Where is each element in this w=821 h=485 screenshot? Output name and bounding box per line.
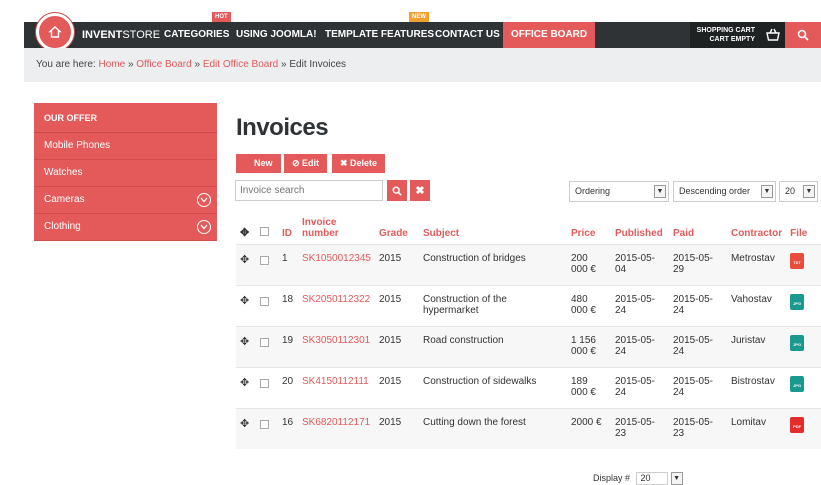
move-icon[interactable]: ✥	[240, 377, 249, 389]
move-column-header: ✥	[236, 212, 256, 244]
col-grade[interactable]: Grade	[375, 212, 419, 244]
invoice-link[interactable]: SK2050112322	[302, 294, 370, 305]
move-icon[interactable]: ✥	[240, 227, 249, 239]
col-paid[interactable]: Paid	[669, 212, 727, 244]
dropdown-arrow-icon: ▼	[654, 185, 666, 198]
pdf-file-icon[interactable]: PDF	[790, 416, 805, 433]
jpg-file-icon[interactable]: JPG	[790, 293, 805, 310]
txt-file-icon[interactable]: TXT	[790, 252, 805, 269]
nav-contact-us[interactable]: CONTACT US	[435, 22, 500, 48]
cart-status: CART EMPTY	[709, 36, 756, 43]
table-row: ✥ 20 SK4150112111 2015 Construction of s…	[236, 366, 821, 408]
brand-name[interactable]: INVENTSTORE	[82, 22, 160, 48]
breadcrumb-home[interactable]: Home	[98, 59, 125, 70]
row-checkbox[interactable]	[260, 419, 269, 429]
invoice-search-input[interactable]	[235, 180, 383, 201]
col-price[interactable]: Price	[567, 212, 611, 244]
sidebar-item-clothing[interactable]: Clothing	[34, 214, 217, 241]
sidebar-item-cameras[interactable]: Cameras	[34, 187, 217, 214]
row-checkbox[interactable]	[260, 296, 269, 306]
dropdown-arrow-icon: ▼	[761, 185, 773, 198]
home-icon	[48, 26, 62, 38]
display-limit: Display # 20 ▼	[593, 472, 683, 485]
col-file: File	[790, 227, 808, 239]
col-invoice-number[interactable]: Invoice number	[298, 212, 375, 244]
chevron-down-icon[interactable]	[197, 220, 211, 234]
page-title: Invoices	[236, 114, 329, 141]
search-submit-button[interactable]	[387, 180, 407, 201]
close-icon: ✖	[415, 185, 425, 197]
invoice-link[interactable]: SK6820112171	[302, 417, 370, 428]
col-published[interactable]: Published	[611, 212, 669, 244]
move-icon[interactable]: ✥	[240, 254, 249, 266]
invoice-link[interactable]: SK4150112111	[302, 376, 369, 387]
col-id[interactable]: ID	[278, 212, 298, 244]
basket-icon[interactable]	[766, 28, 780, 42]
nav-office-board[interactable]: OFFICE BOARD	[503, 22, 596, 48]
nav-using-joomla[interactable]: USING JOOMLA!	[236, 22, 317, 48]
table-row: ✥ 19 SK3050112301 2015 Road construction…	[236, 325, 821, 367]
hot-badge: HOT	[212, 12, 231, 22]
header-search-button[interactable]	[785, 22, 821, 48]
delete-button[interactable]: ✖ Delete	[332, 154, 386, 173]
select-all-checkbox[interactable]	[260, 226, 269, 236]
search-icon	[392, 186, 402, 196]
breadcrumb-office-board[interactable]: Office Board	[136, 59, 191, 70]
sidebar-title: OUR OFFER	[34, 103, 217, 133]
col-subject[interactable]: Subject	[419, 212, 567, 244]
new-badge: NEW	[409, 12, 429, 22]
dropdown-arrow-icon: ▼	[803, 185, 815, 198]
row-checkbox[interactable]	[260, 337, 269, 347]
chevron-down-icon[interactable]	[197, 193, 211, 207]
delete-icon: ✖	[340, 158, 351, 168]
sidebar-item-mobile-phones[interactable]: Mobile Phones	[34, 133, 217, 160]
table-header-row: ✥ ID Invoice number Grade Subject Price …	[236, 212, 821, 244]
table-row: ✥ 1 SK1050012345 2015 Construction of br…	[236, 243, 821, 285]
ordering-select[interactable]: Ordering ▼	[569, 181, 669, 202]
dropdown-arrow-icon: ▼	[670, 472, 683, 485]
new-button[interactable]: New	[236, 154, 281, 173]
move-icon[interactable]: ✥	[240, 336, 249, 348]
cart-title: SHOPPING CART	[696, 27, 755, 34]
breadcrumb-edit-office-board[interactable]: Edit Office Board	[203, 59, 278, 70]
sidebar: OUR OFFER Mobile Phones Watches Cameras …	[34, 103, 217, 241]
nav-categories[interactable]: CATEGORIES	[164, 22, 229, 48]
limit-select[interactable]: 20 ▼	[779, 181, 818, 202]
move-icon[interactable]: ✥	[240, 418, 249, 430]
breadcrumb: You are here: Home » Office Board » Edit…	[36, 59, 347, 70]
jpg-file-icon[interactable]: JPG	[790, 334, 805, 351]
table-row: ✥ 16 SK6820112171 2015 Cutting down the …	[236, 407, 821, 449]
direction-select[interactable]: Descending order ▼	[673, 181, 776, 202]
invoice-link[interactable]: SK3050112301	[302, 335, 370, 346]
jpg-file-icon[interactable]: JPG	[790, 375, 805, 392]
breadcrumb-current: Edit Invoices	[289, 59, 347, 70]
nav-template-features[interactable]: TEMPLATE FEATURES	[325, 22, 434, 48]
display-limit-select[interactable]: 20 ▼	[635, 472, 683, 485]
edit-icon: ⊘	[292, 158, 303, 168]
search-icon	[797, 29, 809, 41]
invoices-table: ✥ ID Invoice number Grade Subject Price …	[236, 212, 821, 449]
col-contractor[interactable]: Contractor	[727, 212, 786, 244]
search-clear-button[interactable]: ✖	[410, 180, 430, 201]
invoice-link[interactable]: SK1050012345	[302, 253, 371, 264]
move-icon[interactable]: ✥	[240, 295, 249, 307]
home-logo-button[interactable]	[36, 13, 74, 51]
row-checkbox[interactable]	[260, 378, 269, 388]
select-all-header	[256, 212, 278, 244]
row-checkbox[interactable]	[260, 255, 269, 265]
sidebar-item-watches[interactable]: Watches	[34, 160, 217, 187]
edit-button[interactable]: ⊘ Edit	[284, 154, 328, 173]
table-row: ✥ 18 SK2050112322 2015 Construction of t…	[236, 284, 821, 326]
